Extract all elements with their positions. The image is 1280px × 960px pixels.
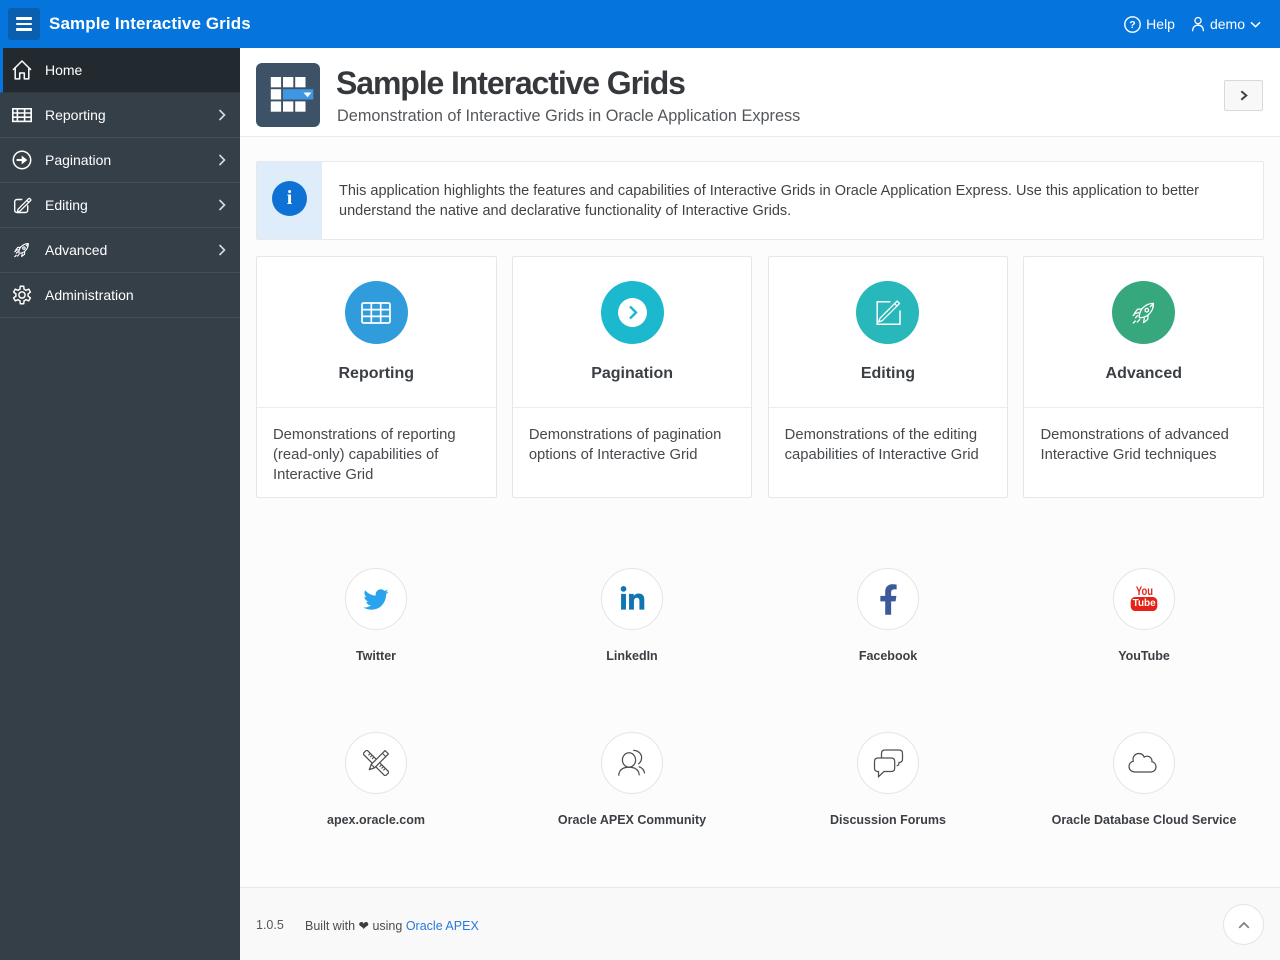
svg-text:?: ? (1129, 19, 1135, 31)
